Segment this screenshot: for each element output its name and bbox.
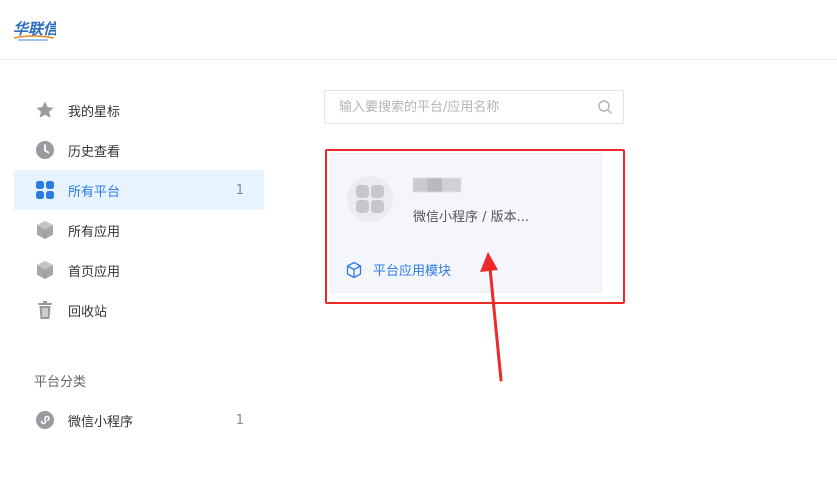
miniprogram-icon: [34, 409, 56, 431]
star-icon: [34, 99, 56, 121]
sidebar: 我的星标 历史查看 所有平台 1 所有应用 首页应用 回收站: [14, 90, 264, 330]
sidebar-item-label: 所有应用: [68, 224, 121, 240]
app-name-blurred: [413, 178, 461, 192]
platform-card[interactable]: 微信小程序 / 版本... 平台应用模块: [330, 153, 602, 293]
sidebar-item-home-apps[interactable]: 首页应用: [14, 250, 264, 290]
category-list: 微信小程序 1: [14, 400, 264, 440]
grid-icon: [34, 179, 56, 201]
trash-icon: [34, 299, 56, 321]
count-badge: 1: [235, 182, 244, 198]
sidebar-item-starred[interactable]: 我的星标: [14, 90, 264, 130]
section-title-platform-category: 平台分类: [34, 375, 87, 390]
module-cube-icon: [346, 261, 362, 278]
app-icon: [347, 176, 393, 222]
sidebar-item-label: 历史查看: [68, 144, 121, 160]
count-badge: 1: [235, 412, 244, 428]
app-platform-version: 微信小程序 / 版本...: [413, 210, 530, 225]
search-input[interactable]: [339, 99, 597, 115]
sidebar-item-recycle-bin[interactable]: 回收站: [14, 290, 264, 330]
sidebar-item-label: 微信小程序: [68, 414, 134, 430]
search-icon[interactable]: [597, 99, 613, 115]
brand-logo[interactable]: 华联信: [12, 16, 56, 44]
top-bar: 华联信: [0, 0, 837, 60]
clock-icon: [34, 139, 56, 161]
sidebar-item-history[interactable]: 历史查看: [14, 130, 264, 170]
sidebar-item-label: 所有平台: [68, 184, 121, 200]
search-box: [324, 90, 624, 124]
platform-module-link[interactable]: 平台应用模块: [345, 260, 451, 279]
sidebar-item-wechat-miniprogram[interactable]: 微信小程序 1: [14, 400, 264, 440]
cube-icon: [34, 219, 56, 241]
sidebar-item-all-platforms[interactable]: 所有平台 1: [14, 170, 264, 210]
sidebar-item-label: 我的星标: [68, 104, 121, 120]
sidebar-item-all-apps[interactable]: 所有应用: [14, 210, 264, 250]
module-label: 平台应用模块: [373, 264, 452, 279]
sidebar-item-label: 回收站: [68, 304, 108, 320]
sidebar-item-label: 首页应用: [68, 264, 121, 280]
cube-icon: [34, 259, 56, 281]
